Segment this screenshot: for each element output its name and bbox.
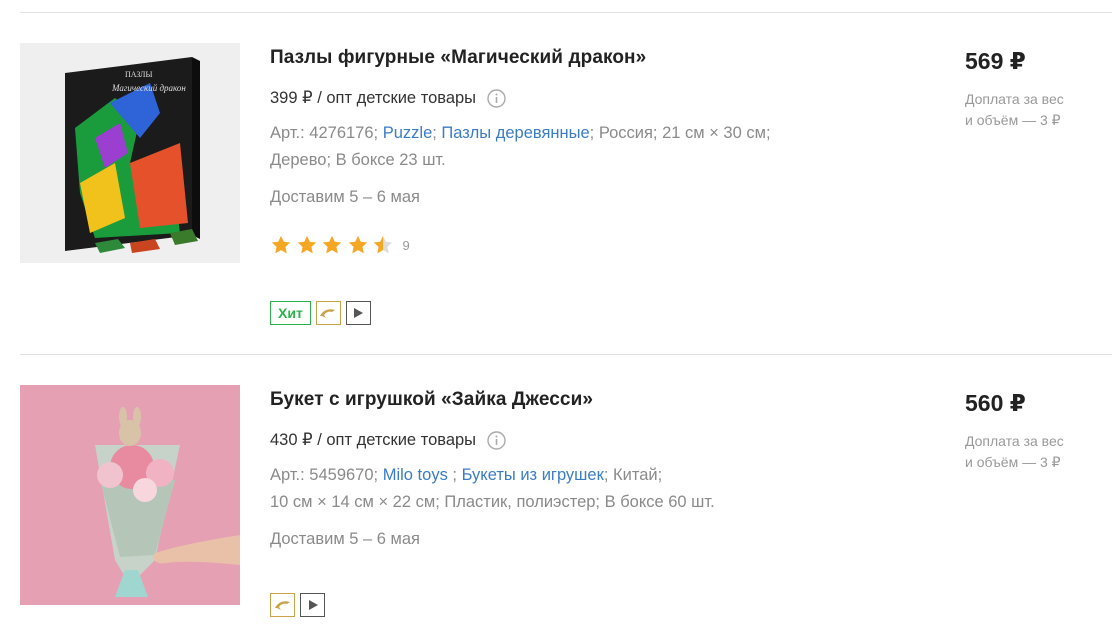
product-image[interactable]: ПАЗЛЫ Магический дракон: [20, 43, 240, 263]
delivery-date: Доставим 5 – 6 мая: [270, 530, 420, 548]
video-play-icon[interactable]: [300, 593, 325, 617]
extra-charge-line1: Доплата за вес: [965, 433, 1064, 449]
product-title[interactable]: Букет с игрушкой «Зайка Джесси»: [270, 389, 593, 411]
star-icon: [348, 235, 367, 254]
country: ; Китай;: [603, 466, 663, 484]
video-play-icon[interactable]: [345, 301, 371, 325]
dolphin-icon: [270, 593, 295, 617]
hit-badge: Хит: [270, 301, 311, 325]
rating[interactable]: 9: [270, 234, 410, 256]
top-divider: [20, 12, 1112, 13]
star-icon: [271, 235, 291, 254]
brand-link[interactable]: Milo toys: [383, 466, 448, 484]
bouquet-image: [20, 385, 240, 605]
info-icon[interactable]: [487, 88, 506, 108]
product-price: 569 ₽: [965, 48, 1026, 74]
delivery-date: Доставим 5 – 6 мая: [270, 188, 420, 206]
half-star-icon: [373, 235, 393, 254]
dolphin-icon: [315, 301, 341, 325]
brand-link[interactable]: Puzzle: [383, 124, 433, 142]
extra-charge-line2: и объём — 3 ₽: [965, 112, 1061, 128]
product-meta: Арт.: 5459670; Milo toys ; Букеты из игр…: [270, 466, 715, 511]
box-script-text: Магический дракон: [111, 83, 186, 93]
info-icon[interactable]: [487, 430, 506, 450]
wholesale-price-text: 430 ₽ / опт детские товары: [270, 431, 477, 449]
article-number: Арт.: 4276176;: [270, 124, 379, 142]
extra-charge-line2: и объём — 3 ₽: [965, 454, 1061, 470]
star-icon: [322, 235, 342, 254]
extra-charge: Доплата за вес и объём — 3 ₽: [965, 431, 1095, 473]
wholesale-price: 430 ₽ / опт детские товары: [270, 430, 506, 450]
size-material-box: 10 см × 14 см × 22 см; Пластик, полиэсте…: [270, 493, 715, 511]
badges: Хит: [270, 301, 371, 325]
box-title-text: ПАЗЛЫ: [125, 70, 152, 79]
product-divider: [20, 354, 1112, 355]
country-size: ; Россия; 21 см × 30 см;: [589, 124, 771, 142]
category-link[interactable]: Пазлы деревянные: [441, 124, 589, 142]
article-number: Арт.: 5459670;: [270, 466, 379, 484]
category-link[interactable]: Букеты из игрушек: [462, 466, 604, 484]
material-box: Дерево; В боксе 23 шт.: [270, 151, 446, 169]
extra-charge: Доплата за вес и объём — 3 ₽: [965, 89, 1095, 131]
wholesale-price: 399 ₽ / опт детские товары: [270, 88, 506, 108]
product-price: 560 ₽: [965, 390, 1026, 416]
product-meta: Арт.: 4276176; Puzzle; Пазлы деревянные;…: [270, 124, 771, 169]
extra-charge-line1: Доплата за вес: [965, 91, 1064, 107]
star-icon: [297, 235, 316, 254]
badges: [270, 593, 325, 617]
product-title[interactable]: Пазлы фигурные «Магический дракон»: [270, 47, 646, 69]
product-image[interactable]: [20, 385, 240, 605]
puzzle-box-image: ПАЗЛЫ Магический дракон: [20, 43, 240, 263]
wholesale-price-text: 399 ₽ / опт детские товары: [270, 89, 477, 107]
rating-count: 9: [402, 237, 410, 253]
